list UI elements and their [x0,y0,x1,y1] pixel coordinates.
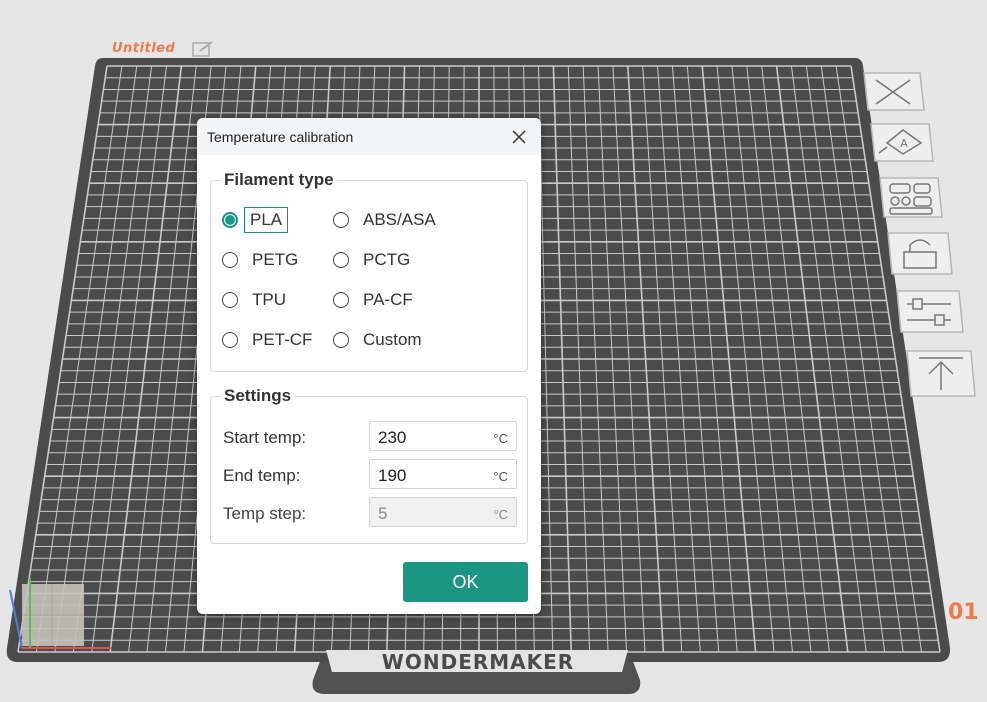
delete-button[interactable] [862,72,926,112]
ok-button[interactable]: OK [403,562,528,602]
filament-label: PCTG [363,250,411,269]
filament-label: Custom [363,330,422,349]
start-temp-unit: °C [493,431,508,446]
filament-label: PLA [244,207,289,233]
dialog-title: Temperature calibration [207,129,354,145]
settings-title: Settings [221,386,295,406]
filament-option-custom[interactable]: Custom [333,327,426,353]
filament-label: PETG [252,250,299,269]
temp-step-unit: °C [493,507,508,522]
filament-option-pa-cf[interactable]: PA-CF [333,287,417,313]
plate-index: 01 [948,600,979,625]
dialog-header: Temperature calibration [197,118,541,155]
temp-step-label: Temp step: [223,504,307,523]
place-on-face-icon [906,350,976,397]
adjust-button[interactable] [895,290,965,334]
radio-button[interactable] [222,252,238,268]
close-icon[interactable] [507,126,531,148]
filament-option-tpu[interactable]: TPU [222,287,290,313]
filament-option-pla[interactable]: PLA [222,207,289,233]
temp-step-value: 5 [378,504,388,523]
arrange-icon [879,177,943,218]
start-temp-value: 230 [378,428,407,447]
end-temp-input[interactable]: 190 °C [369,459,517,489]
temp-step-input: 5 °C [369,497,517,527]
filament-label: ABS/ASA [363,210,436,229]
arrange-button[interactable] [878,177,944,219]
end-temp-value: 190 [378,466,407,485]
radio-button[interactable] [333,292,349,308]
filament-label: PA-CF [363,290,413,309]
auto-orient-icon: A [870,123,934,162]
delete-icon [863,72,925,111]
plate-brand-text: WONDERMAKER [382,650,574,674]
start-temp-label: Start temp: [223,428,307,447]
filament-type-title: Filament type [221,170,337,190]
filament-option-pctg[interactable]: PCTG [333,247,414,273]
edit-icon[interactable] [192,40,214,58]
lock-icon [887,232,953,275]
project-title[interactable]: Untitled [112,41,175,56]
filament-type-group: Filament type PLA ABS/ASA PETG PCTG TPU … [210,170,528,372]
place-on-face-button[interactable] [905,350,977,398]
svg-text:A: A [900,137,908,150]
end-temp-unit: °C [493,469,508,484]
end-temp-label: End temp: [223,466,301,485]
filament-label: TPU [252,290,286,309]
start-temp-input[interactable]: 230 °C [369,421,517,451]
lock-button[interactable] [886,232,954,276]
radio-button[interactable] [333,252,349,268]
filament-label: PET-CF [252,330,313,349]
filament-option-pet-cf[interactable]: PET-CF [222,327,316,353]
settings-group: Settings Start temp: 230 °C End temp: 19… [210,386,528,544]
temperature-calibration-dialog: Temperature calibration Filament type PL… [197,118,541,614]
auto-orient-button[interactable]: A [869,123,935,163]
radio-button[interactable] [333,332,349,348]
radio-button[interactable] [222,212,238,228]
radio-button[interactable] [222,292,238,308]
radio-button[interactable] [333,212,349,228]
filament-option-abs-asa[interactable]: ABS/ASA [333,207,440,233]
filament-option-petg[interactable]: PETG [222,247,302,273]
radio-button[interactable] [222,332,238,348]
adjust-icon [896,290,964,333]
